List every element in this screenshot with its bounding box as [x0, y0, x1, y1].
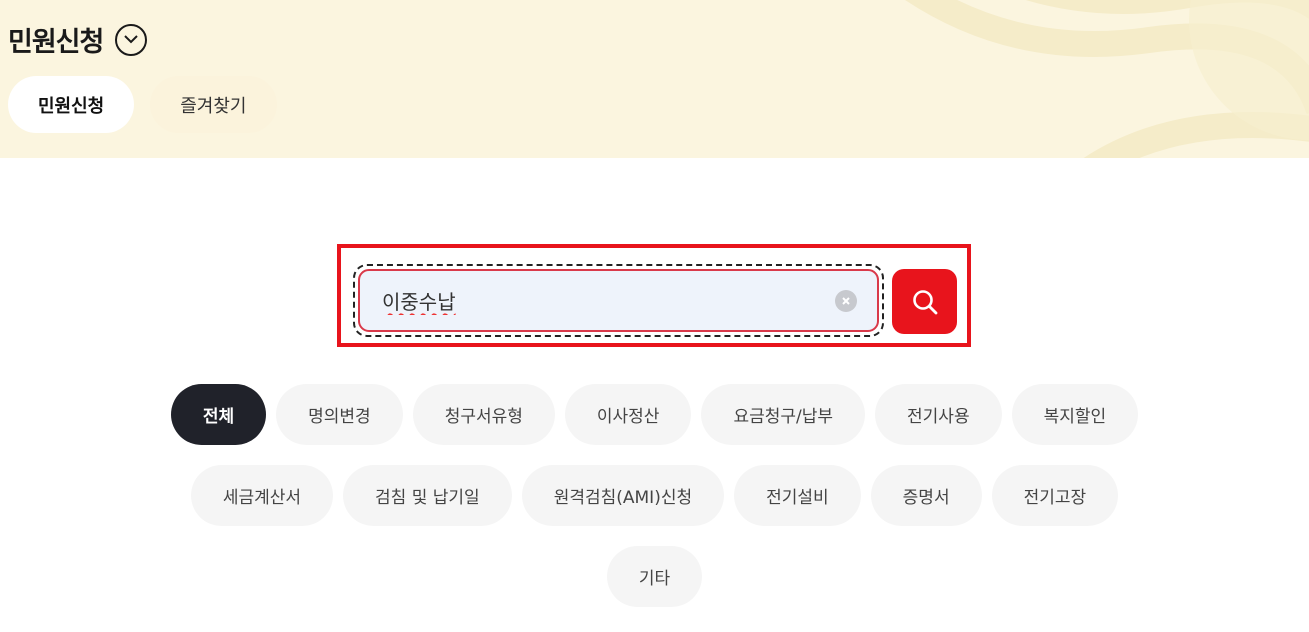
- category-chip[interactable]: 전기고장: [991, 465, 1119, 526]
- tab-civil-application[interactable]: 민원신청: [8, 76, 135, 133]
- category-chip[interactable]: 복지할인: [1011, 384, 1139, 445]
- category-chip[interactable]: 요금청구/납부: [701, 384, 866, 445]
- tab-favorites[interactable]: 즐겨찾기: [150, 76, 277, 133]
- chevron-down-icon[interactable]: [115, 23, 148, 56]
- category-chip-all[interactable]: 전체: [170, 384, 267, 445]
- page-title: 민원신청: [8, 27, 104, 58]
- category-chip[interactable]: 증명서: [870, 465, 982, 526]
- category-chip[interactable]: 검침 및 납기일: [343, 465, 512, 526]
- category-row-2: 세금계산서 검침 및 납기일 원격검침(AMI)신청 전기설비 증명서 전기고장: [0, 465, 1309, 526]
- category-chip[interactable]: 세금계산서: [190, 465, 334, 526]
- category-row-1: 전체 명의변경 청구서유형 이사정산 요금청구/납부 전기사용 복지할인: [0, 384, 1309, 445]
- category-chip[interactable]: 명의변경: [276, 384, 403, 445]
- category-chip[interactable]: 전기사용: [875, 384, 1002, 445]
- header-tabs: 민원신청 즐겨찾기: [8, 76, 277, 133]
- category-chip[interactable]: 이사정산: [564, 384, 692, 445]
- category-chip[interactable]: 청구서유형: [412, 384, 555, 445]
- page-header: 민원신청 민원신청 즐겨찾기: [0, 0, 1309, 158]
- category-chip[interactable]: 전기설비: [734, 465, 861, 526]
- search-icon: [912, 289, 937, 314]
- search-input[interactable]: [360, 270, 835, 331]
- search-field: [358, 269, 879, 332]
- category-row-3: 기타: [0, 546, 1309, 607]
- decorative-pattern: [905, 0, 1309, 158]
- category-chip[interactable]: 원격검침(AMI)신청: [521, 465, 725, 526]
- category-chip[interactable]: 기타: [606, 546, 703, 607]
- clear-icon[interactable]: [835, 289, 857, 312]
- title-row: 민원신청: [8, 20, 148, 59]
- search-button[interactable]: [892, 269, 957, 334]
